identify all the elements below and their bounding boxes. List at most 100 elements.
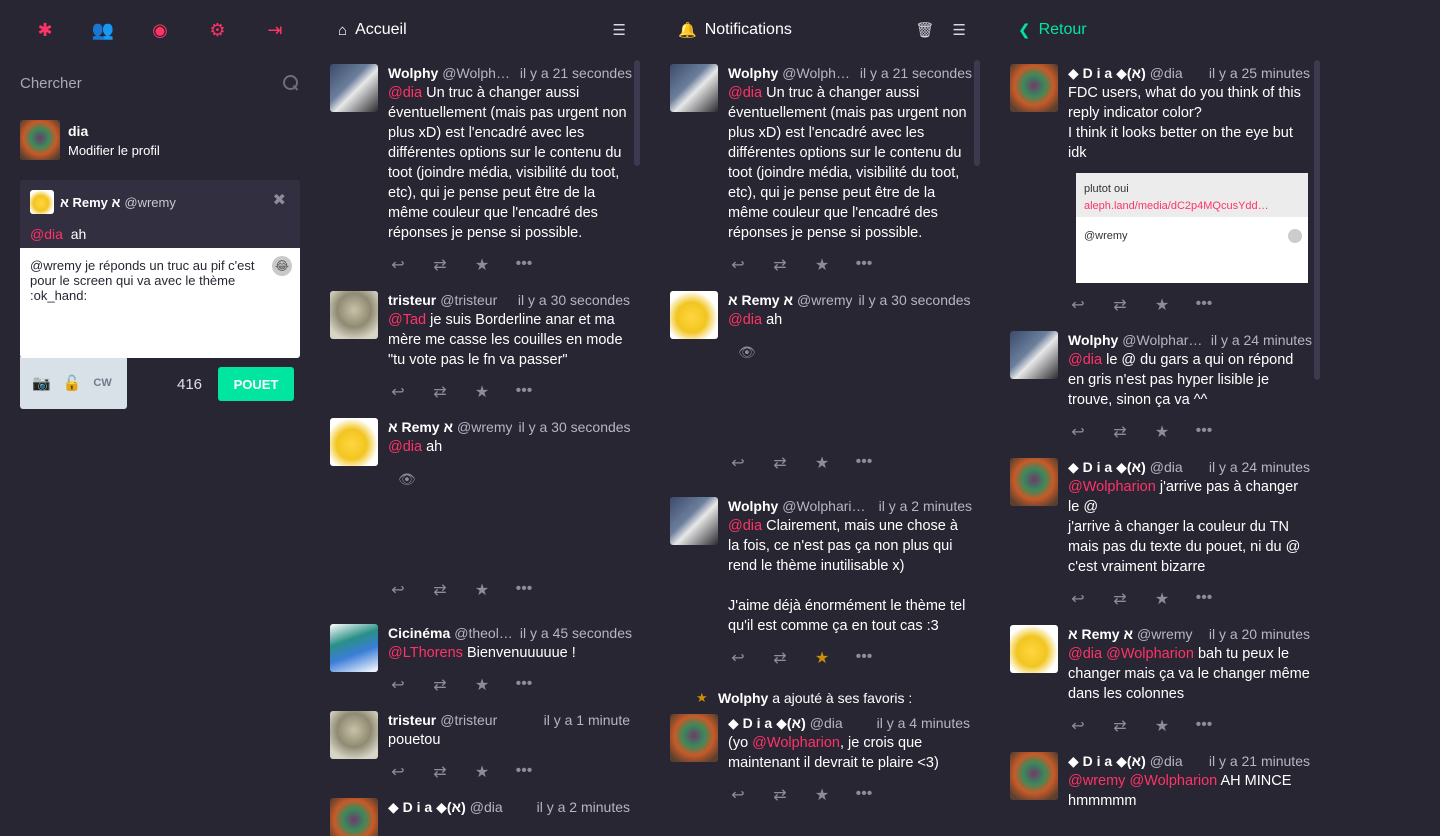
avatar[interactable] <box>330 418 378 466</box>
favourite-icon[interactable]: ★ <box>1152 589 1172 609</box>
favourite-icon[interactable]: ★ <box>812 785 832 805</box>
favourite-icon[interactable]: ★ <box>1152 716 1172 736</box>
timestamp[interactable]: il y a 2 minutes <box>537 798 630 816</box>
reply-mention[interactable]: @dia <box>30 226 63 242</box>
boost-icon[interactable]: ⇄ <box>430 580 450 600</box>
avatar[interactable] <box>330 64 378 112</box>
display-name[interactable]: ◆ D i a ◆(א) <box>1068 64 1146 82</box>
boost-icon[interactable]: ⇄ <box>1110 716 1130 736</box>
display-name[interactable]: tristeur <box>388 291 436 309</box>
more-icon[interactable]: ••• <box>514 675 534 695</box>
reply-icon[interactable]: ↩ <box>388 762 408 782</box>
more-icon[interactable]: ••• <box>1194 295 1214 315</box>
mention[interactable]: @dia <box>728 85 762 101</box>
thread-timeline[interactable]: ◆ D i a ◆(א) @dia il y a 25 minutes FDC us… <box>1000 60 1320 836</box>
pouet-button[interactable]: POUET <box>218 367 295 401</box>
avatar[interactable] <box>1010 458 1058 506</box>
boost-icon[interactable]: ⇄ <box>430 382 450 402</box>
timestamp[interactable]: il y a 24 minutes <box>1209 458 1310 476</box>
more-icon[interactable]: ••• <box>514 762 534 782</box>
favourite-icon[interactable]: ★ <box>1152 295 1172 315</box>
logout-icon[interactable]: ⇥ <box>264 20 286 41</box>
display-name[interactable]: א Remy א <box>388 418 453 436</box>
avatar[interactable] <box>670 291 718 339</box>
favourite-icon[interactable]: ★ <box>472 762 492 782</box>
timestamp[interactable]: il y a 24 minutes <box>1211 331 1312 349</box>
getting-started-icon[interactable]: ✱ <box>34 20 56 41</box>
reply-icon[interactable]: ↩ <box>1068 295 1088 315</box>
scrollbar[interactable] <box>634 60 640 166</box>
mention[interactable]: @Wolpharion <box>1068 479 1156 495</box>
avatar[interactable] <box>1010 331 1058 379</box>
more-icon[interactable]: ••• <box>514 255 534 275</box>
mention[interactable]: @dia <box>388 439 422 455</box>
timestamp[interactable]: il y a 30 secondes <box>518 291 630 309</box>
local-timeline-icon[interactable]: 👥 <box>92 20 114 41</box>
reply-icon[interactable]: ↩ <box>388 675 408 695</box>
boost-icon[interactable]: ⇄ <box>430 762 450 782</box>
more-icon[interactable]: ••• <box>1194 422 1214 442</box>
display-name[interactable]: ◆ D i a ◆(א) <box>1068 752 1146 770</box>
display-name[interactable]: Wolphy <box>388 64 438 82</box>
search-icon[interactable] <box>282 74 300 92</box>
display-name[interactable]: Wolphy <box>728 64 778 82</box>
timestamp[interactable]: il y a 30 secondes <box>518 418 630 436</box>
mention[interactable]: @dia @Wolpharion <box>1068 646 1194 662</box>
notifications-timeline[interactable]: Wolphy@Wolphari…il y a 21 secondes @dia … <box>660 60 980 836</box>
more-icon[interactable]: ••• <box>854 785 874 805</box>
avatar[interactable] <box>330 798 378 836</box>
reply-icon[interactable]: ↩ <box>1068 589 1088 609</box>
avatar[interactable] <box>1010 64 1058 112</box>
settings-icon[interactable]: ⚙ <box>207 20 229 41</box>
column-title[interactable]: Notifications <box>705 21 898 39</box>
boost-icon[interactable]: ⇄ <box>770 453 790 473</box>
mention[interactable]: @Tad <box>388 312 426 328</box>
reply-icon[interactable]: ↩ <box>728 785 748 805</box>
timestamp[interactable]: il y a 20 minutes <box>1209 625 1310 643</box>
timestamp[interactable]: il y a 1 minute <box>544 711 630 729</box>
reply-icon[interactable]: ↩ <box>388 255 408 275</box>
favourite-icon[interactable]: ★ <box>472 255 492 275</box>
eye-icon[interactable]: 👁 <box>398 471 631 488</box>
more-icon[interactable]: ••• <box>514 580 534 600</box>
favourited-by[interactable]: Wolphy <box>718 690 768 706</box>
timestamp[interactable]: il y a 30 secondes <box>858 291 970 309</box>
reply-icon[interactable]: ↩ <box>388 580 408 600</box>
mention[interactable]: @dia <box>388 85 422 101</box>
compose-textarea[interactable] <box>30 258 270 348</box>
column-title[interactable]: Accueil <box>355 21 594 39</box>
avatar[interactable] <box>1010 752 1058 800</box>
boost-icon[interactable]: ⇄ <box>770 648 790 668</box>
avatar[interactable] <box>670 714 718 762</box>
timestamp[interactable]: il y a 21 secondes <box>520 64 632 82</box>
favourite-icon[interactable]: ★ <box>472 580 492 600</box>
trash-icon[interactable]: 🗑 <box>916 21 935 39</box>
timestamp[interactable]: il y a 4 minutes <box>877 714 970 732</box>
avatar[interactable] <box>1010 625 1058 673</box>
favourite-icon[interactable]: ★ <box>1152 422 1172 442</box>
reply-icon[interactable]: ↩ <box>1068 422 1088 442</box>
timestamp[interactable]: il y a 45 secondes <box>520 624 632 642</box>
boost-icon[interactable]: ⇄ <box>770 785 790 805</box>
close-icon[interactable]: ✖ <box>273 190 286 210</box>
scrollbar[interactable] <box>1314 60 1320 380</box>
search-input[interactable] <box>20 74 260 92</box>
reply-icon[interactable]: ↩ <box>1068 716 1088 736</box>
mention[interactable]: @dia <box>728 518 762 534</box>
mention[interactable]: @dia <box>1068 352 1102 368</box>
display-name[interactable]: ◆ D i a ◆(א) <box>1068 458 1146 476</box>
avatar[interactable] <box>330 711 378 759</box>
column-settings-icon[interactable]: ☰ <box>953 21 966 39</box>
display-name[interactable]: tristeur <box>388 711 436 729</box>
timestamp[interactable]: il y a 21 secondes <box>860 64 972 82</box>
timestamp[interactable]: il y a 25 minutes <box>1209 64 1310 82</box>
mention[interactable]: @wremy @Wolpharion <box>1068 773 1217 789</box>
back-button[interactable]: Retour <box>1039 21 1306 39</box>
account-display-name[interactable]: dia <box>68 123 160 139</box>
boost-icon[interactable]: ⇄ <box>1110 422 1130 442</box>
unlock-icon[interactable]: 🔓 <box>63 374 82 392</box>
reply-icon[interactable]: ↩ <box>728 255 748 275</box>
cw-button[interactable]: CW <box>93 377 111 389</box>
display-name[interactable]: Wolphy <box>728 497 778 515</box>
media-attachment[interactable]: plutot oui aleph.land/media/dC2p4MQcusYd… <box>1076 173 1308 283</box>
